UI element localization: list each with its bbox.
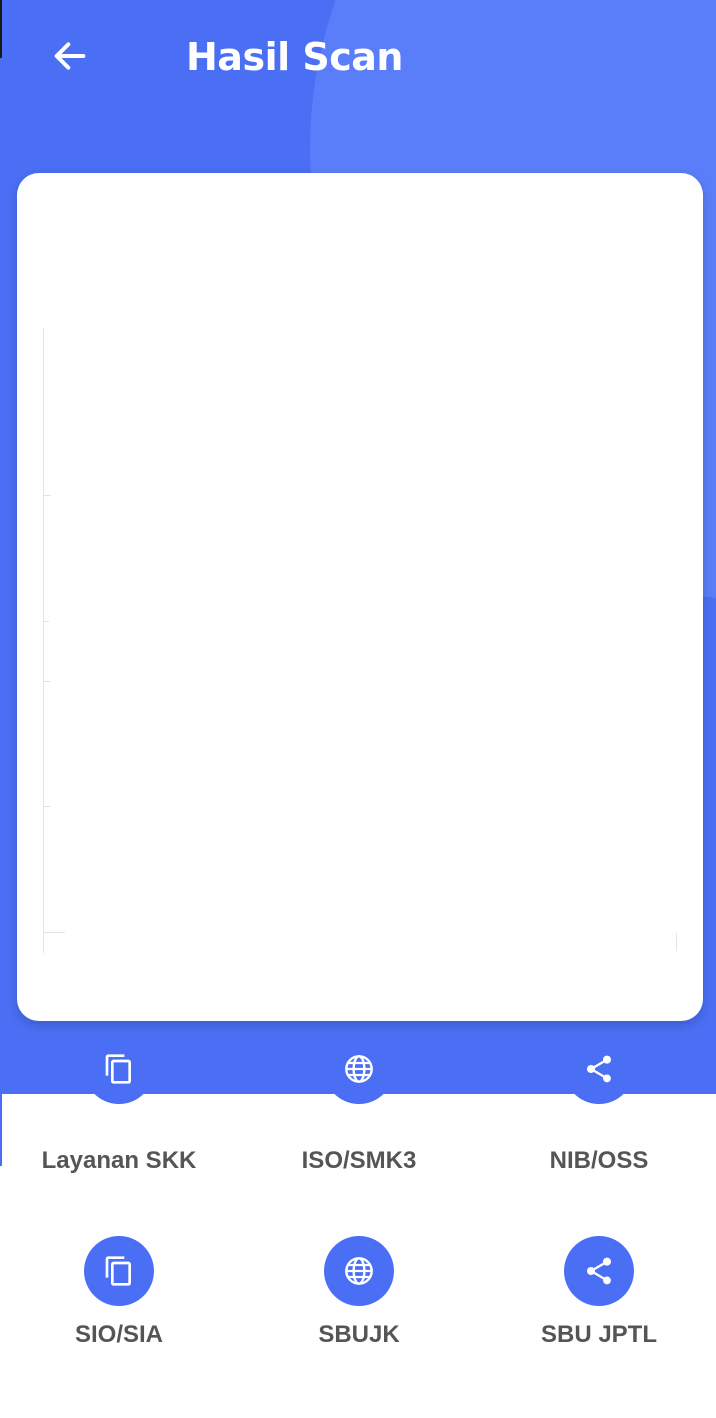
side-edge [0,1094,2,1166]
scan-guide-tick [43,621,49,622]
menu-item-label: SBUJK [318,1321,400,1348]
arrow-left-icon [54,42,86,70]
scan-result-card [17,173,703,1021]
menu-item-sbu-jptl[interactable]: SBU JPTL [489,1236,709,1356]
scan-guide-line [43,328,44,953]
copy-icon [105,1256,131,1286]
scan-guide-tick [43,495,51,496]
globe-icon [345,1055,373,1083]
menu-item-sbujk[interactable]: SBUJK [249,1236,469,1356]
share-icon [587,1055,611,1083]
menu-item-label: NIB/OSS [549,1147,649,1174]
menu-icon-circle [324,1034,394,1104]
status-edge [0,0,2,58]
menu-item-iso-smk3[interactable]: ISO/SMK3 [249,1034,469,1178]
menu-item-label: SIO/SIA [74,1321,164,1348]
scan-guide-tick [43,932,65,933]
menu-item-label: SBU JPTL [540,1321,657,1348]
menu-item-layanan-skk[interactable]: Layanan SKK [9,1034,229,1178]
scan-guide-tick [43,806,51,807]
menu-item-label: Layanan SKK [41,1147,197,1174]
menu-icon-circle [564,1236,634,1306]
menu-icon-circle [324,1236,394,1306]
page-title: Hasil Scan [186,35,403,79]
menu-item-label: ISO/SMK3 [301,1147,417,1174]
menu-item-sio-sia[interactable]: SIO/SIA [9,1236,229,1356]
menu-item-nib-oss[interactable]: NIB/OSS [489,1034,709,1178]
globe-icon [345,1257,373,1285]
scan-guide-line [676,933,677,951]
share-icon [587,1257,611,1285]
scan-guide-tick [43,681,51,682]
menu-icon-circle [84,1236,154,1306]
copy-icon [105,1054,131,1084]
menu-icon-circle [84,1034,154,1104]
menu-icon-circle [564,1034,634,1104]
back-button[interactable] [44,30,96,82]
